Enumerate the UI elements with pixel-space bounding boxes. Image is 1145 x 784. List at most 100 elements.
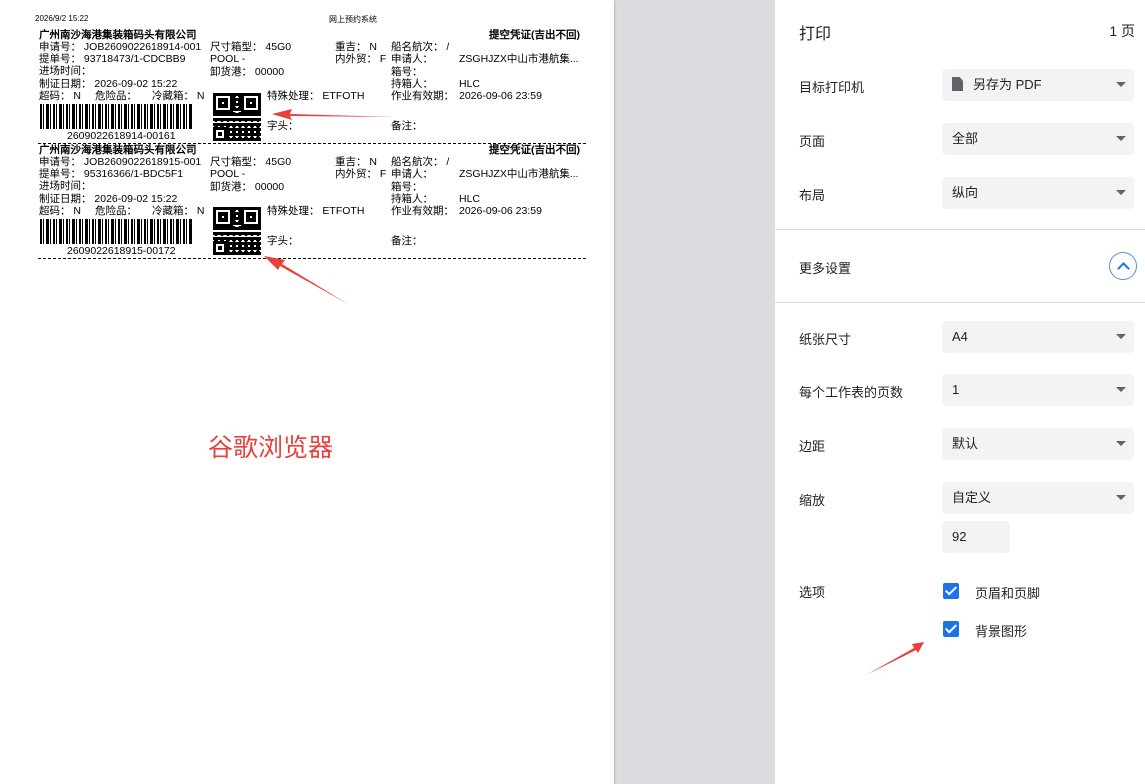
application-no: 申请号： JOB2609022618914-001 [39, 41, 202, 53]
validity-value: 2026-09-06 23:59 [459, 205, 542, 217]
box-no: 箱号： [391, 181, 423, 193]
chevron-down-icon [1116, 82, 1126, 87]
pages-per-sheet-label: 每个工作表的页数 [799, 385, 904, 400]
barcode [40, 104, 192, 129]
more-settings-label: 更多设置 [799, 261, 852, 276]
applicant-value: ZSGHJZX中山市港航集... [459, 168, 579, 180]
company-name: 广州南沙海港集装箱码头有限公司 [39, 144, 197, 156]
discharge-port: 卸货港： 00000 [210, 66, 285, 78]
head-label: 字头： [267, 235, 299, 247]
headers-footers-checkbox[interactable] [943, 583, 959, 599]
bill-of-lading-no: 提单号： 93718473/1-CDCBB9 [39, 53, 186, 65]
scale-value: 自定义 [952, 490, 992, 505]
paper-size-label: 纸张尺寸 [799, 332, 852, 347]
chevron-down-icon [1116, 190, 1126, 195]
background-graphics-label: 背景图形 [975, 624, 1028, 639]
application-no: 申请号： JOB2609022618915-001 [39, 156, 202, 168]
voucher-title: 提空凭证(吉出不回) [489, 144, 580, 156]
voucher-title: 提空凭证(吉出不回) [489, 29, 580, 41]
panel-title: 打印 [799, 26, 832, 43]
qr-code [213, 207, 261, 255]
background-graphics-checkbox[interactable] [943, 621, 959, 637]
company-name: 广州南沙海港集装箱码头有限公司 [39, 29, 197, 41]
applicant-label: 申请人： [391, 53, 433, 65]
browser-annotation-label: 谷歌浏览器 [208, 434, 334, 462]
applicant-label: 申请人： [391, 168, 433, 180]
overlimit: 超码： N [39, 90, 81, 102]
annotation-arrow-icon [866, 642, 924, 675]
layout-label: 布局 [799, 188, 826, 203]
validity-label: 作业有效期： [391, 205, 454, 217]
holder-value: HLC [459, 78, 481, 90]
pages-select[interactable]: 全部 [942, 123, 1134, 155]
margins-value: 默认 [952, 436, 979, 451]
chevron-down-icon [1116, 441, 1126, 446]
holder-label: 持箱人： [391, 78, 433, 90]
applicant-value: ZSGHJZX中山市港航集... [459, 53, 579, 65]
margins-select[interactable]: 默认 [942, 428, 1134, 460]
dangerous: 危险品： [95, 90, 137, 102]
print-preview-area: 2026/9/2 15:22 网上预约系统 广州南沙海港集装箱码头有限公司 提空… [0, 0, 775, 784]
destination-label: 目标打印机 [799, 80, 865, 95]
section-divider [775, 229, 1145, 230]
validity-value: 2026-09-06 23:59 [459, 90, 542, 102]
pages-value: 全部 [952, 131, 979, 146]
margins-label: 边距 [799, 439, 826, 454]
layout-select[interactable]: 纵向 [942, 177, 1134, 209]
barcode-number: 2609022618915-00172 [67, 245, 176, 257]
entry-time: 进场时间： [39, 180, 92, 192]
layout-value: 纵向 [952, 185, 979, 200]
vessel-voyage: 船名航次： / [391, 156, 450, 168]
barcode [40, 219, 192, 244]
issue-date: 制证日期： 2026-09-02 15:22 [39, 193, 178, 205]
holder-label: 持箱人： [391, 193, 433, 205]
header-system-name: 网上预约系统 [329, 15, 377, 24]
scale-percent-input[interactable]: 92 [942, 521, 1010, 553]
scale-select[interactable]: 自定义 [942, 482, 1134, 514]
reefer: 冷藏箱： N [152, 205, 205, 217]
destination-select[interactable]: 另存为 PDF [942, 69, 1134, 101]
pages-per-sheet-select[interactable]: 1 [942, 374, 1134, 406]
annotation-arrow-icon [272, 109, 395, 120]
heavy-empty: 重吉： N [335, 41, 377, 53]
trade-type: 内外贸： F [335, 53, 387, 65]
dangerous: 危险品： [95, 205, 137, 217]
reefer: 冷藏箱： N [152, 90, 205, 102]
box-no: 箱号： [391, 66, 423, 78]
page-count: 1 页 [1109, 23, 1135, 39]
chevron-down-icon [1116, 387, 1126, 392]
issue-date: 制证日期： 2026-09-02 15:22 [39, 78, 178, 90]
size-type: 尺寸箱型： 45G0 [210, 156, 292, 168]
section-divider [775, 302, 1145, 303]
special-handling: 特殊处理： ETFOTH [267, 205, 365, 217]
validity-label: 作业有效期： [391, 90, 454, 102]
remark-label: 备注： [391, 235, 423, 247]
barcode-number: 2609022618914-00161 [67, 130, 176, 142]
trade-type: 内外贸： F [335, 168, 387, 180]
pool: POOL - [210, 168, 246, 180]
scale-label: 缩放 [799, 493, 826, 508]
holder-value: HLC [459, 193, 481, 205]
header-datetime: 2026/9/2 15:22 [35, 14, 89, 23]
chevron-down-icon [1116, 334, 1126, 339]
vessel-voyage: 船名航次： / [391, 41, 450, 53]
size-type: 尺寸箱型： 45G0 [210, 41, 292, 53]
chevron-down-icon [1116, 495, 1126, 500]
destination-value: 另存为 PDF [973, 77, 1042, 92]
collapse-chevron-up-icon[interactable] [1109, 252, 1137, 280]
entry-time: 进场时间： [39, 65, 92, 77]
heavy-empty: 重吉： N [335, 156, 377, 168]
annotation-arrow-icon [264, 256, 348, 304]
bill-of-lading-no: 提单号： 95316366/1-BDC5F1 [39, 168, 184, 180]
pdf-file-icon [952, 77, 963, 91]
options-label: 选项 [799, 585, 826, 600]
paper-size-select[interactable]: A4 [942, 321, 1134, 353]
discharge-port: 卸货港： 00000 [210, 181, 285, 193]
pages-label: 页面 [799, 134, 826, 149]
overlimit: 超码： N [39, 205, 81, 217]
pages-per-sheet-value: 1 [952, 382, 960, 397]
headers-footers-label: 页眉和页脚 [975, 586, 1041, 601]
print-settings-panel: 打印 1 页 目标打印机 另存为 PDF 页面 全部 布局 纵向 更多设置 纸张… [775, 0, 1145, 784]
paper-size-value: A4 [952, 329, 968, 344]
chevron-down-icon [1116, 136, 1126, 141]
